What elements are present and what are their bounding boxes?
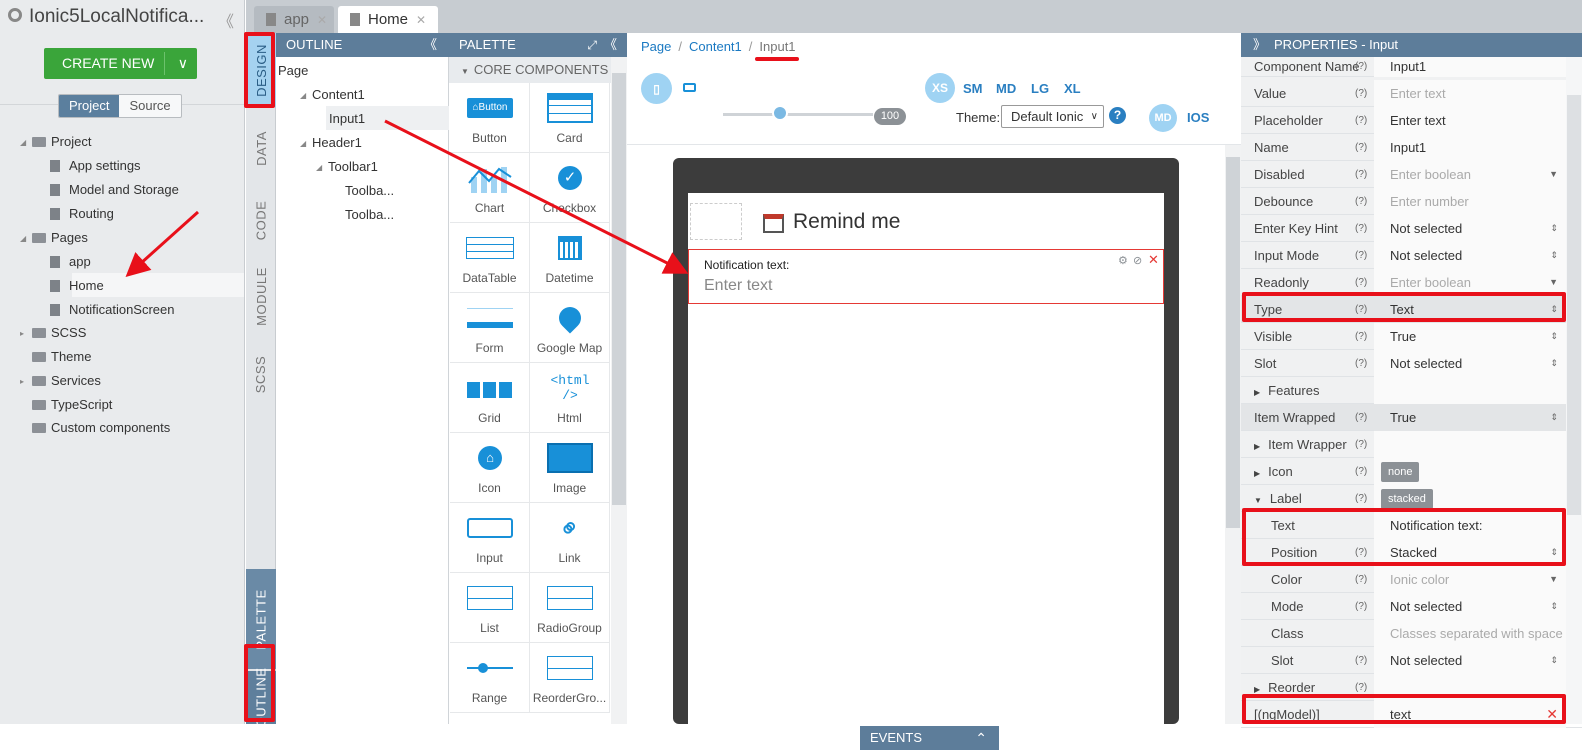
arrow-to-input [384,119,689,274]
arrow-to-home [125,210,200,278]
annotation-arrows [125,119,689,278]
chevron-up-icon: ⌃ [975,730,987,746]
events-panel-toggle[interactable]: EVENTS ⌃ [860,726,999,750]
